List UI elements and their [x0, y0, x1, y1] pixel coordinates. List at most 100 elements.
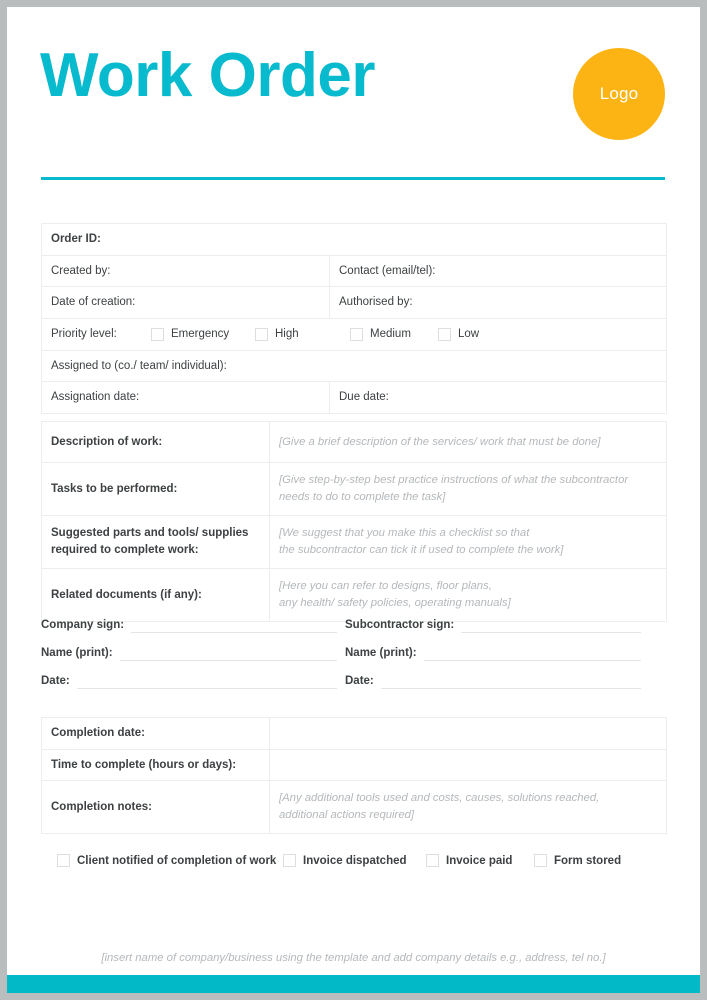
- cell-assigned-to[interactable]: Assigned to (co./ team/ individual):: [41, 349, 667, 383]
- label-related-documents: Related documents (if any):: [51, 588, 202, 601]
- label-low: Low: [458, 328, 480, 341]
- table-row: Description of work: [Give a brief descr…: [41, 421, 667, 463]
- label-invoice-paid: Invoice paid: [446, 854, 513, 867]
- label-emergency: Emergency: [171, 328, 230, 341]
- cell-priority-level: Priority level: Emergency High Medium Lo…: [41, 318, 667, 351]
- cell-date-of-creation[interactable]: Date of creation:: [41, 286, 330, 320]
- cell-tasks-value[interactable]: [Give step-by-step best practice instruc…: [269, 462, 667, 516]
- checkbox-high[interactable]: [255, 327, 268, 341]
- cell-description-value[interactable]: [Give a brief description of the service…: [269, 421, 667, 463]
- priority-options-row: Priority level: Emergency High Medium Lo…: [51, 326, 657, 343]
- logo-placeholder[interactable]: Logo: [573, 48, 665, 140]
- header-divider: [41, 177, 665, 180]
- cell-authorised-by[interactable]: Authorised by:: [329, 286, 667, 320]
- completion-table: Completion date: Time to complete (hours…: [41, 717, 667, 835]
- cell-completion-date-value[interactable]: [269, 717, 667, 750]
- table-row: Order ID:: [41, 223, 667, 256]
- company-date-field[interactable]: Date:: [41, 675, 337, 689]
- label-subcontractor-name-print: Name (print):: [345, 647, 417, 659]
- label-completion-notes: Completion notes:: [51, 801, 152, 813]
- label-time-to-complete: Time to complete (hours or days):: [51, 758, 237, 771]
- priority-option-high[interactable]: High: [255, 326, 350, 343]
- footer-accent-bar: [7, 975, 700, 993]
- document-header: Work Order Logo: [7, 7, 700, 187]
- checkbox-low[interactable]: [438, 327, 451, 341]
- page-title: Work Order: [40, 41, 375, 110]
- document-page: Work Order Logo Order ID: Created by: Co…: [7, 7, 700, 993]
- final-check-client-notified[interactable]: Client notified of completion of work: [57, 854, 283, 867]
- priority-option-low[interactable]: Low: [438, 326, 479, 343]
- label-order-id: Order ID:: [51, 233, 101, 245]
- order-details-table: Order ID: Created by: Contact (email/tel…: [41, 223, 667, 415]
- subcontractor-date-line[interactable]: [380, 676, 641, 689]
- company-sign-line[interactable]: [131, 620, 337, 633]
- table-row: Suggested parts and tools/ supplies requi…: [41, 515, 667, 569]
- label-tasks-to-be-performed: Tasks to be performed:: [51, 482, 178, 495]
- checkbox-invoice-paid[interactable]: [426, 854, 439, 867]
- cell-parts-label: Suggested parts and tools/ supplies requi…: [41, 515, 270, 569]
- cell-time-to-complete-label: Time to complete (hours or days):: [41, 748, 270, 782]
- company-name-field[interactable]: Name (print):: [41, 647, 337, 661]
- label-suggested-parts-and-tools: Suggested parts and tools/ supplies requi…: [51, 527, 249, 556]
- checkbox-emergency[interactable]: [151, 327, 164, 341]
- label-company-sign: Company sign:: [41, 619, 125, 631]
- company-date-line[interactable]: [76, 676, 337, 689]
- table-row: Date of creation: Authorised by:: [41, 286, 667, 320]
- checkbox-client-notified[interactable]: [57, 854, 70, 867]
- checkbox-invoice-dispatched[interactable]: [283, 854, 296, 867]
- checkbox-form-stored[interactable]: [534, 854, 547, 867]
- cell-completion-notes-label: Completion notes:: [41, 780, 270, 835]
- placeholder-completion-notes: [Any additional tools used and costs, ca…: [279, 792, 600, 822]
- final-check-invoice-paid[interactable]: Invoice paid: [426, 854, 534, 867]
- table-row: Assignation date: Due date:: [41, 381, 667, 415]
- placeholder-description-of-work: [Give a brief description of the service…: [279, 435, 601, 448]
- label-medium: Medium: [370, 328, 411, 341]
- label-assigned-to: Assigned to (co./ team/ individual):: [51, 359, 227, 372]
- signature-row-name: Name (print): Name (print):: [41, 633, 666, 661]
- cell-order-id[interactable]: Order ID:: [41, 223, 667, 256]
- placeholder-tasks-to-be-performed: [Give step-by-step best practice instruc…: [279, 474, 629, 503]
- table-row: Tasks to be performed: [Give step-by-ste…: [41, 462, 667, 516]
- table-row: Created by: Contact (email/tel):: [41, 254, 667, 288]
- checkbox-medium[interactable]: [350, 327, 363, 341]
- cell-assignation-date[interactable]: Assignation date:: [41, 381, 330, 415]
- label-invoice-dispatched: Invoice dispatched: [303, 854, 407, 867]
- cell-time-to-complete-value[interactable]: [269, 748, 667, 782]
- table-row: Completion date:: [41, 717, 667, 750]
- label-authorised-by: Authorised by:: [339, 296, 413, 309]
- label-subcontractor-sign: Subcontractor sign:: [345, 619, 455, 631]
- cell-due-date[interactable]: Due date:: [329, 381, 667, 415]
- subcontractor-sign-line[interactable]: [461, 620, 641, 633]
- label-client-notified: Client notified of completion of work: [77, 854, 277, 867]
- subcontractor-name-line[interactable]: [423, 648, 641, 661]
- label-completion-date: Completion date:: [51, 727, 145, 739]
- label-form-stored: Form stored: [554, 854, 622, 867]
- cell-contact[interactable]: Contact (email/tel):: [329, 254, 667, 288]
- final-checklist: Client notified of completion of work In…: [57, 854, 677, 867]
- final-check-invoice-dispatched[interactable]: Invoice dispatched: [283, 854, 426, 867]
- label-created-by: Created by:: [51, 264, 111, 277]
- subcontractor-name-field[interactable]: Name (print):: [345, 647, 641, 661]
- priority-option-emergency[interactable]: Emergency: [151, 326, 255, 343]
- work-details-table: Description of work: [Give a brief descr…: [41, 421, 667, 622]
- label-date-of-creation: Date of creation:: [51, 296, 136, 309]
- signature-row-date: Date: Date:: [41, 661, 666, 689]
- cell-parts-value[interactable]: [We suggest that you make this a checkli…: [269, 515, 667, 569]
- priority-option-medium[interactable]: Medium: [350, 326, 438, 343]
- table-row: Completion notes: [Any additional tools …: [41, 780, 667, 835]
- placeholder-suggested-parts-and-tools: [We suggest that you make this a checkli…: [279, 527, 564, 556]
- cell-created-by[interactable]: Created by:: [41, 254, 330, 288]
- signature-block: Company sign: Subcontractor sign: Name (…: [41, 605, 666, 689]
- cell-completion-notes-value[interactable]: [Any additional tools used and costs, ca…: [269, 780, 667, 835]
- subcontractor-sign-field[interactable]: Subcontractor sign:: [345, 619, 641, 633]
- company-sign-field[interactable]: Company sign:: [41, 619, 337, 633]
- final-check-form-stored[interactable]: Form stored: [534, 854, 621, 867]
- company-name-line[interactable]: [119, 648, 337, 661]
- signature-row-sign: Company sign: Subcontractor sign:: [41, 605, 666, 633]
- table-row: Time to complete (hours or days):: [41, 748, 667, 782]
- table-row: Assigned to (co./ team/ individual):: [41, 349, 667, 383]
- logo-label: Logo: [599, 84, 639, 103]
- label-contact: Contact (email/tel):: [339, 264, 436, 277]
- cell-completion-date-label: Completion date:: [41, 717, 270, 750]
- subcontractor-date-field[interactable]: Date:: [345, 675, 641, 689]
